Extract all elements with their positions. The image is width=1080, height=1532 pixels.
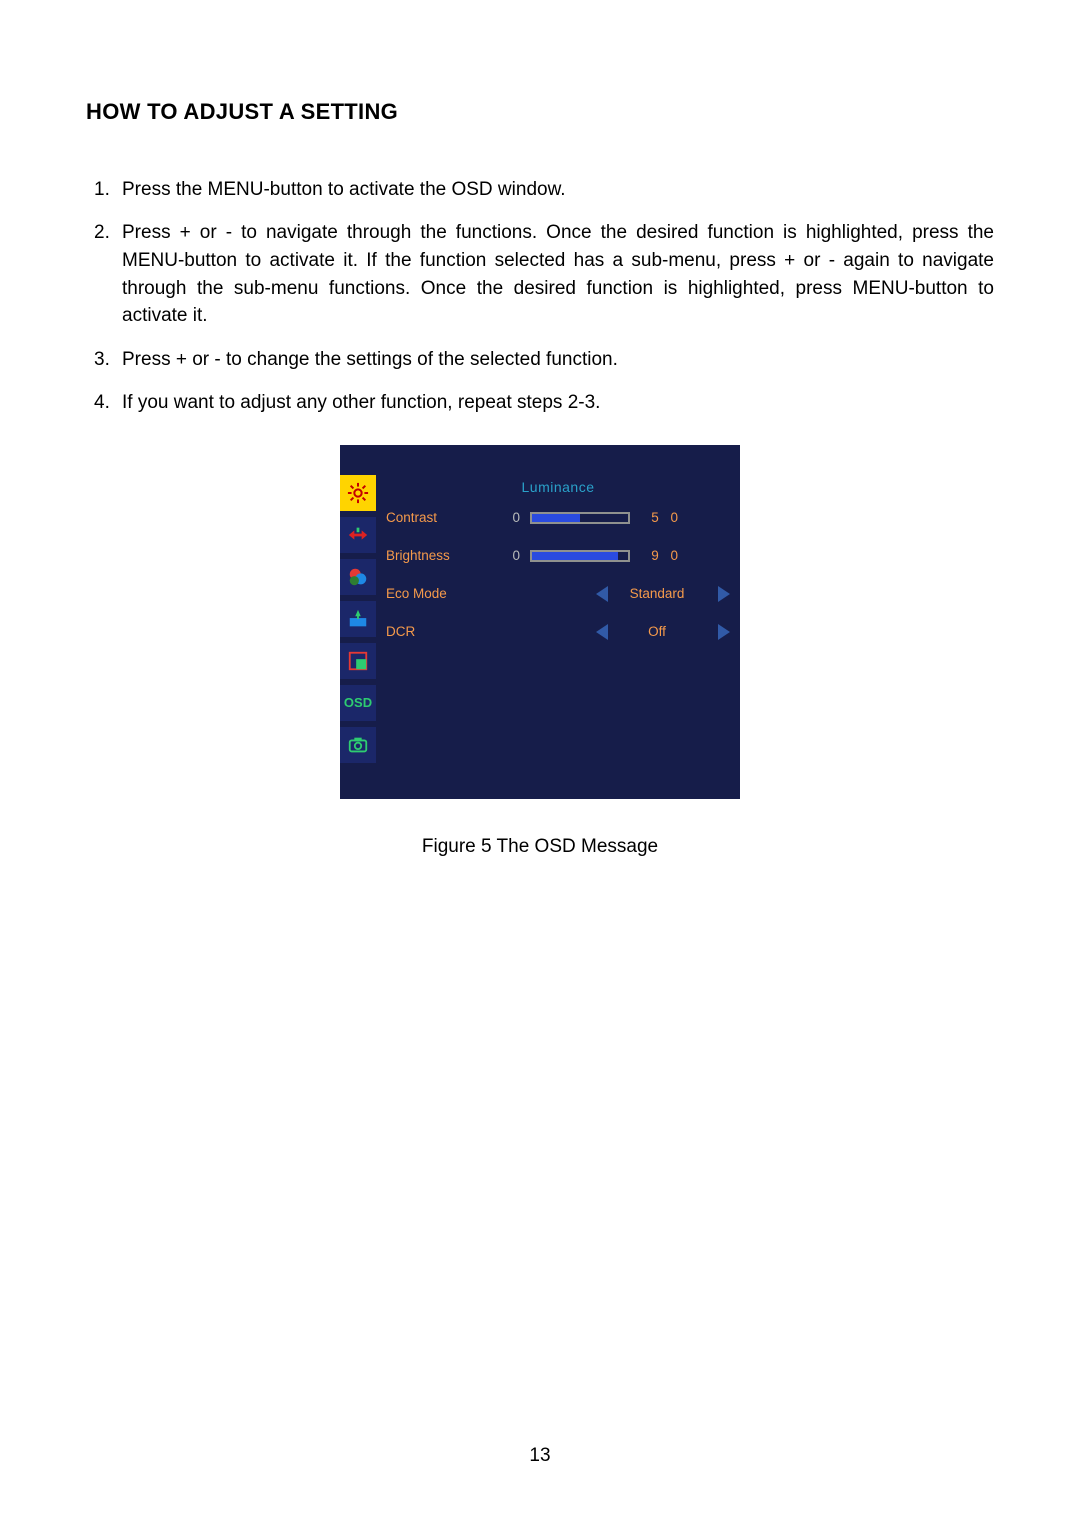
brightness-value: 9 0 <box>644 546 682 566</box>
instruction-step: Press the MENU-button to activate the OS… <box>94 176 994 204</box>
osd-sidebar: OSD <box>340 475 376 769</box>
eco-mode-label: Eco Mode <box>386 584 486 604</box>
page-number: 13 <box>0 1442 1080 1470</box>
osd-titlebar <box>340 445 740 475</box>
color-circles-icon <box>347 566 369 588</box>
left-arrow-icon[interactable] <box>596 586 608 602</box>
brightness-sun-icon <box>347 482 369 504</box>
window-tab[interactable] <box>340 643 376 679</box>
eco-mode-row[interactable]: Eco Mode Standard <box>386 575 730 613</box>
window-icon <box>347 650 369 672</box>
right-arrow-icon[interactable] <box>718 624 730 640</box>
picture-boost-tab[interactable] <box>340 601 376 637</box>
luminance-tab[interactable] <box>340 475 376 511</box>
brightness-row[interactable]: Brightness 0 9 0 <box>386 537 730 575</box>
brightness-bar[interactable] <box>530 550 630 562</box>
contrast-bar[interactable] <box>530 512 630 524</box>
osd-text-icon: OSD <box>344 695 372 710</box>
brightness-min: 0 <box>486 546 520 566</box>
contrast-value: 5 0 <box>644 508 682 528</box>
page: HOW TO ADJUST A SETTING Press the MENU-b… <box>0 0 1080 1532</box>
eco-mode-value: Standard <box>612 584 702 604</box>
osd-section-title: Luminance <box>386 477 730 497</box>
figure: OSD Luminance Contrast 0 5 0 <box>86 445 994 799</box>
arrows-horizontal-icon <box>347 524 369 546</box>
brightness-label: Brightness <box>386 546 486 566</box>
instruction-step: If you want to adjust any other function… <box>94 389 994 417</box>
instruction-list: Press the MENU-button to activate the OS… <box>86 176 994 417</box>
left-arrow-icon[interactable] <box>596 624 608 640</box>
page-heading: HOW TO ADJUST A SETTING <box>86 96 994 128</box>
dcr-value: Off <box>612 622 702 642</box>
contrast-label: Contrast <box>386 508 486 528</box>
picture-boost-icon <box>347 608 369 630</box>
instruction-step: Press + or - to navigate through the fun… <box>94 219 994 329</box>
dcr-row[interactable]: DCR Off <box>386 613 730 651</box>
contrast-row[interactable]: Contrast 0 5 0 <box>386 499 730 537</box>
instruction-step: Press + or - to change the settings of t… <box>94 346 994 374</box>
figure-caption: Figure 5 The OSD Message <box>86 833 994 861</box>
right-arrow-icon[interactable] <box>718 586 730 602</box>
osd-blank-area <box>386 651 730 711</box>
camera-icon <box>347 734 369 756</box>
osd-tab[interactable]: OSD <box>340 685 376 721</box>
osd-bottombar <box>340 769 740 799</box>
image-setup-tab[interactable] <box>340 517 376 553</box>
osd-content: Luminance Contrast 0 5 0 Brightness 0 9 … <box>376 475 740 769</box>
dcr-label: DCR <box>386 622 486 642</box>
osd-window: OSD Luminance Contrast 0 5 0 <box>340 445 740 799</box>
contrast-min: 0 <box>486 508 520 528</box>
extra-tab[interactable] <box>340 727 376 763</box>
color-tab[interactable] <box>340 559 376 595</box>
